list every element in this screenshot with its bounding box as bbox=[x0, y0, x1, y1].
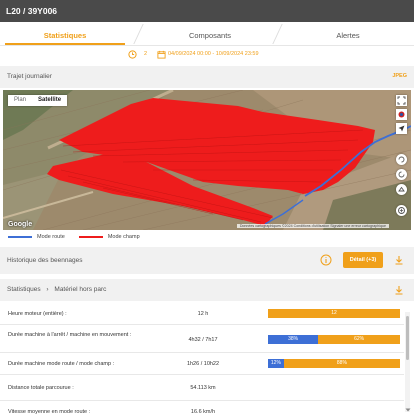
row-label: Distance totale parcourue : bbox=[8, 385, 74, 391]
champ-swatch bbox=[78, 236, 103, 238]
route-swatch bbox=[8, 236, 32, 238]
trajectory-map[interactable]: Plan Satellite Google Données cartograph… bbox=[3, 90, 411, 230]
progress-bar: 38% 62% bbox=[268, 335, 400, 344]
row-label: Durée machine mode route / mode champ : bbox=[8, 361, 115, 367]
zoom-control[interactable] bbox=[396, 205, 407, 216]
tab-label: Composants bbox=[188, 31, 232, 40]
jpeg-export-link[interactable]: JPEG bbox=[392, 73, 407, 79]
stats-title: Statistiques bbox=[7, 286, 41, 293]
section-title: Trajet journalier bbox=[7, 73, 52, 80]
map-type-switch: Plan Satellite bbox=[8, 95, 68, 106]
row-value: 54.113 km bbox=[190, 385, 216, 391]
breadcrumb-separator: › bbox=[46, 286, 49, 293]
table-row: Heure moteur (entière) : 12 h 12 bbox=[0, 303, 404, 325]
tab-bar: Statistiques Composants Alertes bbox=[0, 22, 414, 46]
tilt-button[interactable] bbox=[396, 184, 407, 195]
row-value: 4h32 / 7h17 bbox=[188, 337, 218, 343]
map-legend: Mode route Mode champ bbox=[8, 232, 140, 242]
row-value: 16.6 km/h bbox=[190, 409, 216, 415]
rotate-icon bbox=[398, 156, 405, 163]
section-title: Historique des beennages bbox=[7, 257, 83, 264]
detail-button[interactable]: Détail (+3) bbox=[343, 252, 383, 268]
row-label: Vitesse moyenne en mode route : bbox=[8, 409, 91, 415]
navigation-arrow-icon bbox=[398, 125, 405, 132]
section-title: Statistiques › Matériel hors parc bbox=[7, 286, 106, 293]
map-type-plan[interactable]: Plan bbox=[8, 95, 32, 106]
active-tab-indicator bbox=[5, 43, 125, 45]
rotate-button[interactable] bbox=[396, 154, 407, 165]
stats-subtitle: Matériel hors parc bbox=[54, 286, 107, 293]
zoom-icon bbox=[398, 207, 405, 214]
scroll-down-arrow-icon[interactable] bbox=[405, 407, 411, 413]
progress-segment: 62% bbox=[318, 335, 400, 344]
fullscreen-button[interactable] bbox=[396, 95, 407, 106]
date-range-text[interactable]: 04/09/2024 00:00 - 10/09/2024 23:59 bbox=[168, 51, 259, 57]
tilt-icon bbox=[398, 186, 405, 192]
satellite-map-image bbox=[3, 90, 411, 230]
tab-divider bbox=[133, 24, 144, 44]
legend-champ-label: Mode champ bbox=[107, 234, 140, 240]
trajet-section-header: Trajet journalier JPEG bbox=[0, 66, 414, 88]
progress-segment: 12 bbox=[268, 309, 400, 318]
locate-button[interactable] bbox=[396, 123, 407, 134]
row-value: 12 h bbox=[197, 311, 209, 317]
legend-route-label: Mode route bbox=[37, 234, 65, 240]
compass-button[interactable] bbox=[396, 109, 407, 120]
date-range-bar: 2 04/09/2024 00:00 - 10/09/2024 23:59 bbox=[0, 46, 414, 64]
title-bar: L20 / 39Y006 bbox=[0, 0, 414, 22]
map-attribution[interactable]: Données cartographiques ©2024 Conditions… bbox=[236, 224, 389, 228]
tab-alertes[interactable]: Alertes bbox=[283, 22, 413, 46]
row-label: Heure moteur (entière) : bbox=[8, 311, 67, 317]
google-logo: Google bbox=[8, 221, 33, 228]
info-icon[interactable] bbox=[320, 254, 332, 266]
statistiques-section-header: Statistiques › Matériel hors parc bbox=[0, 279, 414, 301]
period-count: 2 bbox=[144, 51, 148, 57]
table-row: Durée machine à l'arrêt / machine en mou… bbox=[0, 325, 404, 353]
tab-label: Alertes bbox=[336, 31, 360, 40]
download-icon[interactable] bbox=[394, 285, 404, 295]
scrollbar-thumb[interactable] bbox=[406, 316, 409, 360]
tab-composants[interactable]: Composants bbox=[145, 22, 275, 46]
compass-icon bbox=[398, 111, 405, 118]
progress-bar: 12% 88% bbox=[268, 359, 400, 368]
progress-segment: 88% bbox=[283, 359, 400, 368]
clock-icon[interactable] bbox=[128, 50, 137, 59]
progress-segment: 38% bbox=[268, 335, 319, 344]
detail-button-label: Détail (+3) bbox=[349, 257, 377, 263]
calendar-icon[interactable] bbox=[157, 50, 166, 59]
row-label: Durée machine à l'arrêt / machine en mou… bbox=[8, 332, 132, 338]
row-value: 1h26 / 10h22 bbox=[186, 361, 220, 367]
table-scrollbar[interactable] bbox=[405, 312, 410, 412]
rotate-left-icon bbox=[398, 171, 405, 178]
progress-bar: 12 bbox=[268, 309, 400, 318]
table-row: Vitesse moyenne en mode route : 16.6 km/… bbox=[0, 401, 404, 418]
historique-section-header: Historique des beennages Détail (+3) bbox=[0, 247, 414, 274]
download-icon[interactable] bbox=[394, 255, 404, 265]
progress-segment: 12% bbox=[268, 359, 284, 368]
rotate-left-button[interactable] bbox=[396, 169, 407, 180]
table-row: Durée machine mode route / mode champ : … bbox=[0, 353, 404, 375]
machine-title: L20 / 39Y006 bbox=[6, 6, 58, 16]
fullscreen-icon bbox=[397, 96, 406, 105]
map-type-satellite[interactable]: Satellite bbox=[32, 95, 67, 106]
table-row: Distance totale parcourue : 54.113 km bbox=[0, 375, 404, 401]
tab-label: Statistiques bbox=[43, 31, 87, 40]
